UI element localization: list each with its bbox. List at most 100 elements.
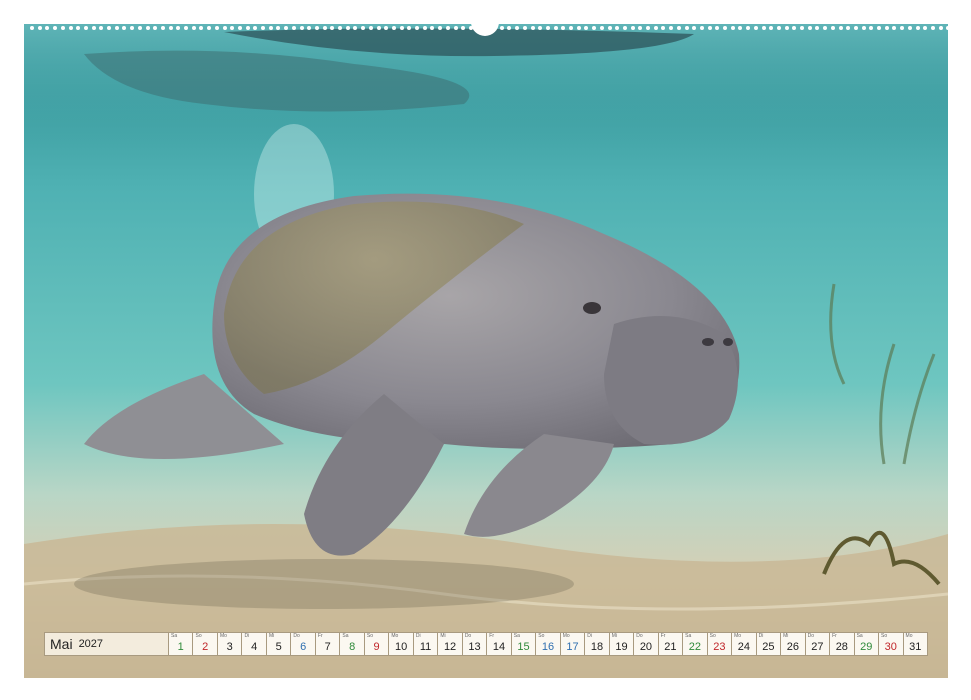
binding-hole (684, 26, 689, 30)
binding-hole (384, 26, 389, 30)
binding-hole (322, 26, 327, 30)
day-number: 22 (688, 641, 702, 653)
year-label: 2027 (78, 638, 104, 650)
binding-hole (638, 26, 643, 30)
binding-hole (699, 26, 704, 30)
day-number: 28 (835, 641, 848, 653)
binding-hole (738, 26, 743, 30)
day-number: 1 (177, 641, 184, 653)
weekday-label: Sa (856, 633, 863, 639)
manatee-shadow (74, 559, 574, 609)
weekday-label: Mi (268, 633, 275, 639)
day-cell: So 30 (879, 633, 904, 655)
day-number: 17 (566, 641, 579, 653)
day-number: 9 (373, 641, 380, 653)
binding-hole (615, 26, 620, 30)
binding-hole (676, 26, 681, 30)
day-number: 31 (909, 641, 922, 653)
binding-hole (361, 26, 366, 30)
day-cell: Mi 5 (266, 633, 292, 655)
day-number: 8 (349, 641, 356, 653)
binding-hole (545, 26, 550, 30)
binding-hole (368, 26, 373, 30)
binding-hole (422, 26, 427, 30)
day-cell: So 23 (707, 633, 733, 655)
binding-hole (784, 26, 789, 30)
day-number: 14 (492, 641, 506, 653)
binding-hole (923, 26, 928, 30)
binding-hole (584, 26, 589, 30)
binding-hole (884, 26, 889, 30)
month-label: Mai 2027 (45, 633, 169, 655)
day-number: 6 (300, 641, 307, 653)
day-number: 26 (786, 641, 799, 653)
day-cell: Fr 7 (315, 633, 341, 655)
binding-hole (653, 26, 658, 30)
binding-hole (214, 26, 219, 30)
day-number: 23 (713, 641, 726, 653)
binding-hole (299, 26, 304, 30)
day-cell: Fr 14 (487, 633, 512, 655)
binding-hole (237, 26, 242, 30)
binding-hole (538, 26, 543, 30)
weekday-label: Do (636, 633, 643, 639)
day-cell: Do 27 (805, 633, 831, 655)
binding-hole (461, 26, 466, 30)
weekday-label: So (881, 633, 888, 639)
binding-hole (353, 26, 358, 30)
binding-hole (869, 26, 874, 30)
binding-hole (553, 26, 558, 30)
nostril (723, 338, 733, 346)
day-cell: So 9 (364, 633, 390, 655)
binding-hole (861, 26, 866, 30)
day-cell: Mo 31 (903, 633, 928, 655)
binding-hole (430, 26, 435, 30)
binding-hole (199, 26, 204, 30)
day-cell: Mo 3 (217, 633, 243, 655)
binding-hole (268, 26, 273, 30)
binding-hole (438, 26, 443, 30)
binding-hole (160, 26, 165, 30)
day-number: 19 (615, 641, 628, 653)
binding-hole (168, 26, 173, 30)
weekday-label: Di (244, 633, 250, 639)
binding-hole (576, 26, 581, 30)
weekday-label: Fr (832, 633, 837, 639)
day-number: 12 (443, 641, 457, 653)
day-number: 13 (468, 641, 481, 653)
binding-hole (191, 26, 196, 30)
day-cell: Do 20 (634, 633, 659, 655)
binding-hole (692, 26, 697, 30)
weekday-label: Mi (440, 633, 446, 639)
day-number: 24 (737, 641, 750, 653)
binding-hole (307, 26, 312, 30)
calendar-strip: Mai 2027 Sa 1 So 2 Mo 3 Di 4 Mi 5 Do 6 Fr 7 Sa 8 So 9 Mo 10… (44, 632, 928, 656)
binding-hole (60, 26, 65, 30)
day-cell: Mo 24 (732, 633, 757, 655)
binding-hole (345, 26, 350, 30)
binding-hole (230, 26, 235, 30)
day-number: 21 (664, 641, 677, 653)
binding-hole (776, 26, 781, 30)
binding-hole (815, 26, 820, 30)
binding-hole (838, 26, 843, 30)
day-number: 2 (202, 641, 209, 653)
weekday-label: Fr (317, 633, 323, 639)
binding-hole (761, 26, 766, 30)
day-number: 27 (811, 641, 824, 653)
binding-hole (376, 26, 381, 30)
day-cell: Di 25 (756, 633, 782, 655)
binding-hole (800, 26, 804, 30)
binding-hole (661, 26, 666, 30)
binding-hole (399, 26, 404, 30)
binding-hole (68, 26, 73, 30)
binding-hole (769, 26, 774, 30)
binding-hole (153, 26, 158, 30)
weekday-label: Mo (734, 633, 742, 639)
binding-hole (853, 26, 858, 30)
binding-hole (99, 26, 104, 30)
day-cell: Sa 1 (169, 633, 194, 655)
day-number: 10 (394, 641, 408, 653)
binding-hole (530, 26, 535, 30)
binding-hole (707, 26, 712, 30)
